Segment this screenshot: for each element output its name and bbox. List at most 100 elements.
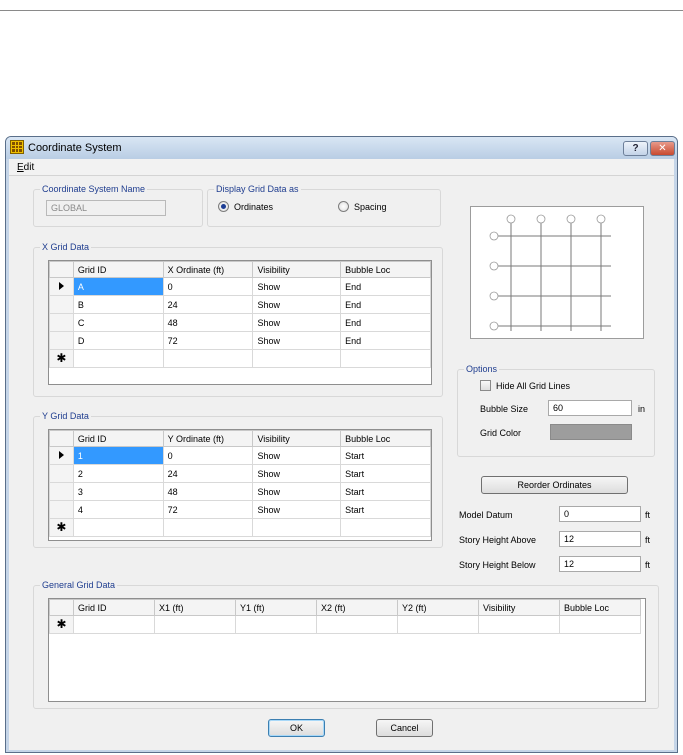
- y-grid-table[interactable]: Grid ID Y Ordinate (ft) Visibility Bubbl…: [48, 429, 432, 541]
- y-grid-cell-visibility[interactable]: Show: [252, 500, 342, 519]
- row-header[interactable]: [49, 295, 74, 314]
- new-row-cell[interactable]: [478, 615, 560, 634]
- new-row-cell[interactable]: [252, 349, 342, 368]
- general-grid-table[interactable]: Grid ID X1 (ft) Y1 (ft) X2 (ft) Y2 (ft) …: [48, 598, 646, 702]
- general-grid-col-visibility[interactable]: Visibility: [478, 599, 560, 616]
- x-grid-cell-id[interactable]: D: [72, 331, 164, 350]
- new-row-cell[interactable]: [162, 349, 254, 368]
- y-grid-cell-ordinate[interactable]: 24: [162, 464, 254, 483]
- new-row-cell[interactable]: [397, 615, 479, 634]
- x-grid-cell-ordinate[interactable]: 48: [162, 313, 254, 332]
- x-grid-cell-bubble-loc[interactable]: End: [340, 313, 431, 332]
- row-header[interactable]: [49, 331, 74, 350]
- row-header[interactable]: [49, 313, 74, 332]
- new-row-cell[interactable]: [162, 518, 254, 537]
- new-row-cell[interactable]: [72, 349, 164, 368]
- y-grid-col-visibility[interactable]: Visibility: [252, 430, 342, 447]
- row-header[interactable]: [49, 464, 74, 483]
- x-grid-cell-ordinate[interactable]: 72: [162, 331, 254, 350]
- x-grid-cell-id[interactable]: C: [72, 313, 164, 332]
- table-row[interactable]: A 0 Show End: [49, 277, 431, 296]
- x-grid-col-visibility[interactable]: Visibility: [252, 261, 342, 278]
- table-row[interactable]: 3 48 Show Start: [49, 482, 431, 501]
- y-grid-cell-bubble-loc[interactable]: Start: [340, 446, 431, 465]
- x-grid-cell-visibility[interactable]: Show: [252, 331, 342, 350]
- y-grid-cell-id[interactable]: 2: [72, 464, 164, 483]
- new-row-cell[interactable]: [73, 615, 155, 634]
- general-grid-col-y1[interactable]: Y1 (ft): [235, 599, 317, 616]
- x-grid-cell-id[interactable]: A: [72, 277, 164, 296]
- close-button[interactable]: ✕: [650, 141, 675, 156]
- new-row-cell[interactable]: [154, 615, 236, 634]
- y-grid-col-ordinate[interactable]: Y Ordinate (ft): [162, 430, 254, 447]
- new-row-cell[interactable]: [235, 615, 317, 634]
- spacing-radio[interactable]: [338, 201, 349, 212]
- general-grid-col-x1[interactable]: X1 (ft): [154, 599, 236, 616]
- x-grid-cell-visibility[interactable]: Show: [252, 313, 342, 332]
- x-grid-cell-visibility[interactable]: Show: [252, 277, 342, 296]
- bubble-size-unit: in: [638, 404, 646, 414]
- general-grid-col-y2[interactable]: Y2 (ft): [397, 599, 479, 616]
- table-row[interactable]: C 48 Show End: [49, 313, 431, 332]
- new-row[interactable]: ✱: [49, 518, 431, 537]
- ordinates-radio[interactable]: [218, 201, 229, 212]
- help-button[interactable]: ?: [623, 141, 648, 156]
- x-grid-cell-id[interactable]: B: [72, 295, 164, 314]
- new-row[interactable]: ✱: [49, 349, 431, 368]
- grid-color-swatch[interactable]: [550, 424, 632, 440]
- x-grid-cell-bubble-loc[interactable]: End: [340, 331, 431, 350]
- model-datum-unit: ft: [645, 510, 651, 520]
- y-grid-col-bubble-loc[interactable]: Bubble Loc: [340, 430, 431, 447]
- y-grid-cell-bubble-loc[interactable]: Start: [340, 500, 431, 519]
- title-bar[interactable]: Coordinate System ? ✕: [6, 137, 677, 159]
- y-grid-col-grid-id[interactable]: Grid ID: [72, 430, 164, 447]
- table-row[interactable]: 4 72 Show Start: [49, 500, 431, 519]
- new-row[interactable]: ✱: [49, 615, 641, 634]
- cancel-button[interactable]: Cancel: [376, 719, 433, 737]
- table-row[interactable]: B 24 Show End: [49, 295, 431, 314]
- x-grid-cell-visibility[interactable]: Show: [252, 295, 342, 314]
- x-grid-col-ordinate[interactable]: X Ordinate (ft): [162, 261, 254, 278]
- new-row-cell[interactable]: [340, 518, 431, 537]
- y-grid-cell-ordinate[interactable]: 48: [162, 482, 254, 501]
- y-grid-cell-id[interactable]: 3: [72, 482, 164, 501]
- hide-all-grid-lines-checkbox[interactable]: [480, 380, 491, 391]
- y-grid-cell-visibility[interactable]: Show: [252, 464, 342, 483]
- y-grid-cell-visibility[interactable]: Show: [252, 482, 342, 501]
- y-grid-cell-visibility[interactable]: Show: [252, 446, 342, 465]
- new-row-cell[interactable]: [252, 518, 342, 537]
- row-header[interactable]: [49, 482, 74, 501]
- row-header[interactable]: [49, 500, 74, 519]
- y-grid-cell-id[interactable]: 1: [72, 446, 164, 465]
- ok-button[interactable]: OK: [268, 719, 325, 737]
- general-grid-col-grid-id[interactable]: Grid ID: [73, 599, 155, 616]
- x-grid-cell-ordinate[interactable]: 24: [162, 295, 254, 314]
- x-grid-cell-bubble-loc[interactable]: End: [340, 277, 431, 296]
- new-row-cell[interactable]: [559, 615, 641, 634]
- y-grid-cell-ordinate[interactable]: 72: [162, 500, 254, 519]
- y-grid-cell-ordinate[interactable]: 0: [162, 446, 254, 465]
- new-row-cell[interactable]: [340, 349, 431, 368]
- grid-preview: [470, 206, 644, 339]
- bubble-size-field[interactable]: 60: [548, 400, 632, 416]
- new-row-cell[interactable]: [316, 615, 398, 634]
- x-grid-cell-ordinate[interactable]: 0: [162, 277, 254, 296]
- menu-edit[interactable]: Edit: [17, 162, 34, 173]
- model-datum-field[interactable]: 0: [559, 506, 641, 522]
- y-grid-cell-id[interactable]: 4: [72, 500, 164, 519]
- table-row[interactable]: 2 24 Show Start: [49, 464, 431, 483]
- general-grid-col-x2[interactable]: X2 (ft): [316, 599, 398, 616]
- reorder-ordinates-button[interactable]: Reorder Ordinates: [481, 476, 628, 494]
- story-height-below-field[interactable]: 12: [559, 556, 641, 572]
- y-grid-cell-bubble-loc[interactable]: Start: [340, 482, 431, 501]
- x-grid-col-bubble-loc[interactable]: Bubble Loc: [340, 261, 431, 278]
- x-grid-table[interactable]: Grid ID X Ordinate (ft) Visibility Bubbl…: [48, 260, 432, 385]
- table-row[interactable]: D 72 Show End: [49, 331, 431, 350]
- new-row-cell[interactable]: [72, 518, 164, 537]
- y-grid-cell-bubble-loc[interactable]: Start: [340, 464, 431, 483]
- x-grid-col-grid-id[interactable]: Grid ID: [72, 261, 164, 278]
- table-row[interactable]: 1 0 Show Start: [49, 446, 431, 465]
- x-grid-cell-bubble-loc[interactable]: End: [340, 295, 431, 314]
- general-grid-col-bubble-loc[interactable]: Bubble Loc: [559, 599, 641, 616]
- story-height-above-field[interactable]: 12: [559, 531, 641, 547]
